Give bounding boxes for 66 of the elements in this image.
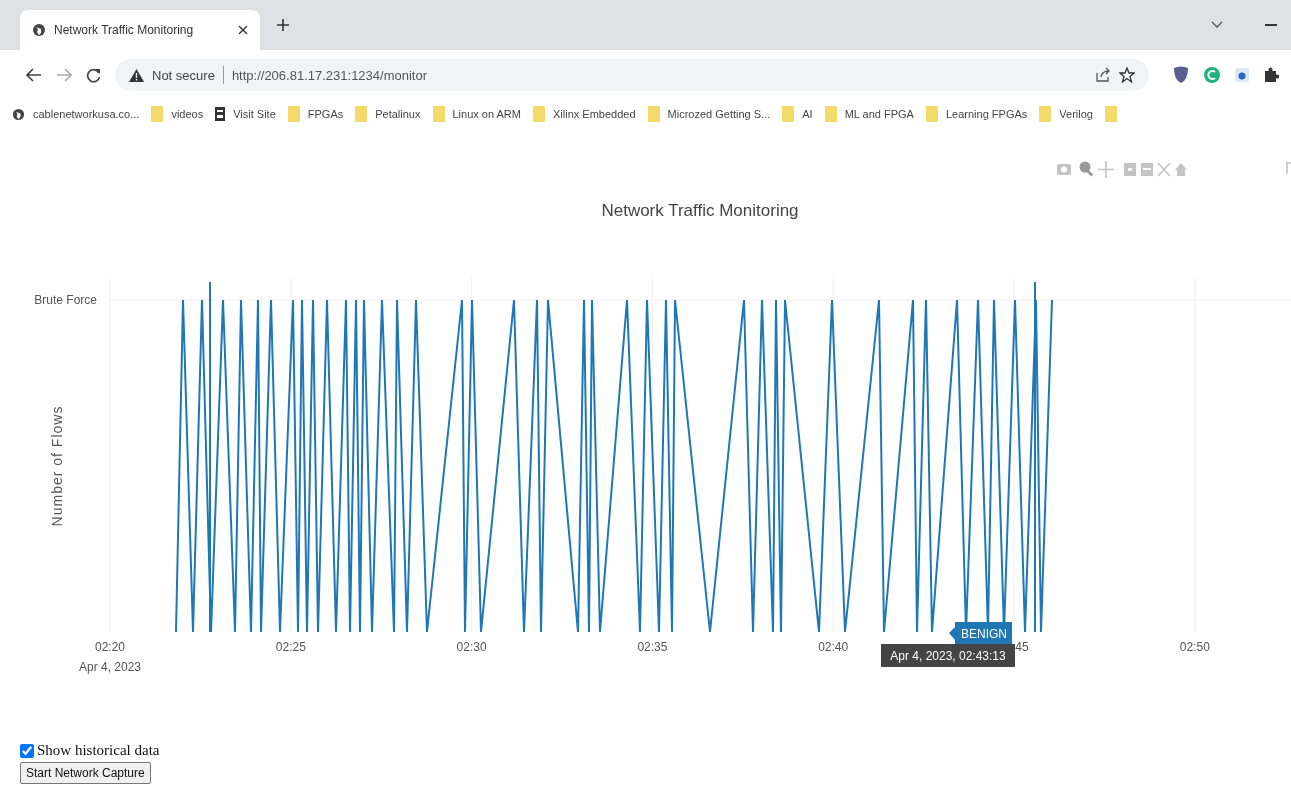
bookmark-item[interactable]: Linux on ARM — [432, 106, 521, 122]
home-icon[interactable] — [1175, 163, 1187, 176]
forward-icon[interactable] — [56, 68, 72, 82]
checkbox-label: Show historical data — [37, 742, 160, 759]
x-tick-label: 02:35 — [637, 640, 668, 654]
x-tick-label: 45 — [1015, 640, 1029, 654]
bookmark-item[interactable]: videos — [151, 106, 204, 122]
bookmark-item[interactable]: Petalinux — [355, 106, 421, 122]
puzzle-icon[interactable] — [1263, 67, 1279, 83]
zoom-in-icon[interactable] — [1124, 163, 1136, 176]
url-text: http://206.81.17.231:1234/monitor — [231, 67, 428, 83]
bookmark-item[interactable]: Learning FPGAs — [925, 106, 1028, 122]
autoscale-icon[interactable] — [1157, 162, 1171, 177]
browser-tab[interactable]: Network Traffic Monitoring — [20, 10, 260, 50]
x-tick-label: 02:30 — [456, 640, 487, 654]
x-tick-label: 02:20 — [95, 640, 125, 654]
hover-time-label: Apr 4, 2023, 02:43:13 — [881, 644, 1015, 667]
y-axis-title: Number of Flows — [49, 405, 65, 527]
bookmark-item[interactable]: AI — [782, 106, 813, 122]
x-tick-label: 02:40 — [818, 640, 849, 654]
folder-icon — [355, 106, 368, 122]
star-icon[interactable] — [1119, 67, 1135, 83]
shield-icon[interactable] — [1173, 66, 1189, 84]
bookmark-item[interactable]: Verilog — [1039, 106, 1093, 122]
globe-icon — [12, 107, 25, 121]
folder-icon — [533, 106, 545, 122]
bookmark-item[interactable]: Visit Site — [215, 107, 276, 121]
chevron-down-icon[interactable] — [1211, 21, 1223, 29]
warning-icon — [129, 68, 144, 82]
x-tick-date: Apr 4, 2023 — [79, 660, 141, 674]
zoom-out-icon[interactable] — [1141, 163, 1153, 176]
folder-icon — [925, 106, 938, 122]
zoom-icon[interactable] — [1079, 161, 1094, 177]
security-label: Not secure — [152, 67, 215, 83]
bookmark-item[interactable]: cablenetworkusa.co... — [12, 107, 140, 121]
historical-checkbox[interactable] — [20, 743, 34, 758]
x-tick-label: 02:50 — [1179, 640, 1210, 654]
extension-icon[interactable] — [1203, 66, 1221, 84]
start-capture-button[interactable]: Start Network Capture — [20, 762, 151, 784]
address-bar[interactable]: Not secure http://206.81.17.231:1234/monitor — [115, 59, 1149, 91]
bookmark-item[interactable]: Microzed Getting S... — [647, 106, 771, 122]
folder-icon — [151, 106, 164, 122]
bookmark-item[interactable]: Xilinx Embedded — [533, 106, 636, 122]
close-icon[interactable] — [238, 25, 248, 35]
pan-icon[interactable] — [1097, 160, 1115, 179]
plus-icon[interactable] — [276, 18, 290, 32]
folder-icon — [432, 106, 445, 122]
share-icon[interactable] — [1095, 67, 1111, 83]
reload-icon[interactable] — [86, 67, 101, 83]
bookmark-item[interactable]: ML and FPGA — [824, 106, 914, 122]
y-tick-label: Brute Force — [34, 293, 97, 307]
page-icon — [215, 107, 226, 121]
bookmark-item[interactable]: FPGAs — [287, 106, 344, 122]
chart-title: Network Traffic Monitoring — [601, 201, 799, 220]
extension-icon[interactable] — [1235, 68, 1249, 82]
hover-label: BENIGN — [949, 622, 1012, 645]
x-tick-label: 02:25 — [275, 640, 306, 654]
folder-icon — [647, 106, 660, 122]
globe-icon — [32, 23, 46, 37]
tab-title: Network Traffic Monitoring — [54, 23, 195, 37]
folder-icon — [824, 106, 837, 122]
folder-icon — [782, 106, 795, 122]
back-icon[interactable] — [26, 68, 42, 82]
folder-icon — [1039, 106, 1052, 122]
camera-icon[interactable] — [1057, 164, 1071, 175]
folder-icon — [287, 106, 300, 122]
